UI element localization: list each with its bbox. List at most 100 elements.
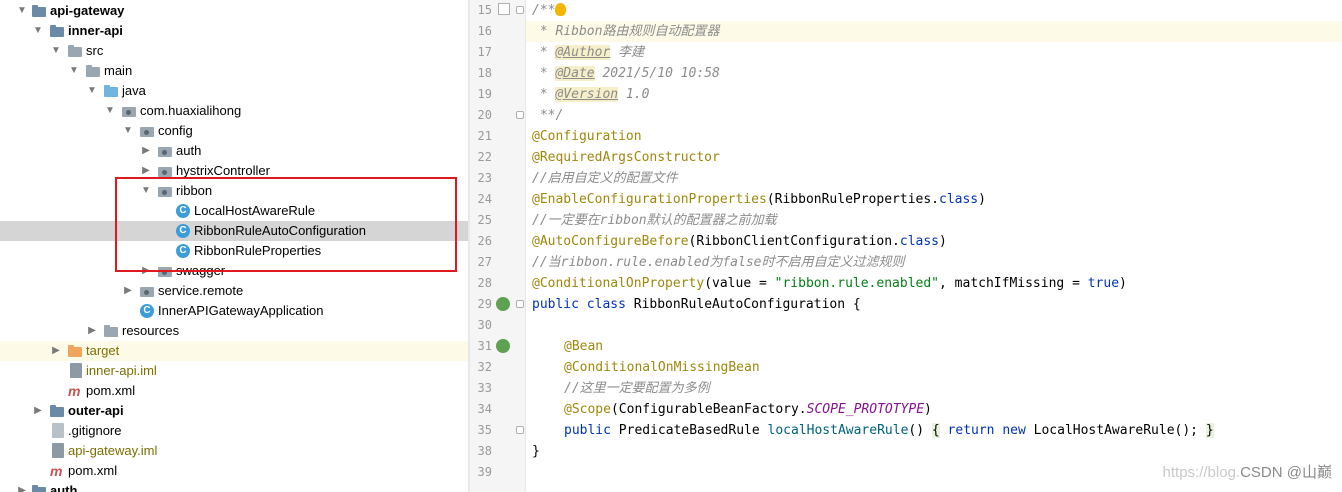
folder-icon [68,44,82,58]
chevron-right-icon[interactable]: ▶ [16,481,28,492]
tree-item-auth-module[interactable]: ▶ auth [0,481,468,492]
chevron-right-icon[interactable]: ▶ [122,281,134,301]
tree-item-config[interactable]: ▼ config [0,121,468,141]
maven-icon: m [50,463,63,479]
line-number: 18 [477,66,492,80]
annotation: @AutoConfigureBefore [532,234,689,249]
tree-item-label: .gitignore [68,423,122,438]
annotation: @ConditionalOnProperty [532,276,705,291]
tree-item-inner-api[interactable]: ▼ inner-api [0,21,468,41]
keyword: public [564,423,611,438]
tree-item-target[interactable]: ▶ target [0,341,468,361]
package-icon [158,144,172,158]
doc-comment: * [532,66,556,81]
doc-comment: * [532,45,556,60]
tree-item-label: inner-api.iml [86,363,157,378]
code-line-28: @ConditionalOnProperty(value = "ribbon.r… [532,273,1127,294]
spring-boot-class-icon: C [140,304,154,318]
fold-marker-icon[interactable] [516,300,524,308]
watermark-brand: CSDN @山巅 [1240,464,1332,481]
line-number: 25 [477,213,492,227]
annotation: @Bean [564,339,604,354]
code-text: ) [939,234,947,249]
static-field: SCOPE_PROTOTYPE [806,402,925,417]
tree-item-api-gateway-iml[interactable]: api-gateway.iml [0,441,468,461]
tree-item-inner-api-iml[interactable]: inner-api.iml [0,361,468,381]
line-comment: //这里一定要配置为多例 [564,381,710,396]
chevron-right-icon[interactable]: ▶ [50,341,62,361]
tree-item-innerapigatewayapplication[interactable]: C InnerAPIGatewayApplication [0,301,468,321]
line-number: 35 [477,423,492,437]
line-number: 19 [477,87,492,101]
fold-marker-icon[interactable] [516,6,524,14]
doc-comment: **/ [532,108,564,123]
tree-item-auth[interactable]: ▶ auth [0,141,468,161]
tree-item-api-gateway[interactable]: ▼ api-gateway [0,1,468,21]
tree-item-label: inner-api [68,23,123,38]
chevron-right-icon[interactable]: ▶ [32,401,44,421]
tree-item-service-remote[interactable]: ▶ service.remote [0,281,468,301]
tree-item-label: auth [176,143,202,158]
chevron-down-icon[interactable]: ▼ [86,81,98,101]
tree-item-root-pom-xml[interactable]: m pom.xml [0,461,468,481]
tree-item-src[interactable]: ▼ src [0,41,468,61]
javadoc-tag: @Date [555,66,595,81]
line-number: 16 [477,24,492,38]
line-number: 33 [477,381,492,395]
line-number: 17 [477,45,492,59]
tree-item-label: java [122,83,146,98]
spring-bean-icon[interactable] [496,339,510,353]
fold-marker-icon[interactable] [516,426,524,434]
code-editor[interactable]: 15 16 17 18 19 20 21 22 23 24 25 26 27 2… [470,0,1342,492]
line-number: 28 [477,276,492,290]
code-text: () [908,423,932,438]
code-text: (RibbonRuleProperties. [766,192,939,207]
code-line-26: @AutoConfigureBefore(RibbonClientConfigu… [532,231,947,252]
chevron-right-icon[interactable]: ▶ [86,321,98,341]
line-number: 29 [477,297,492,311]
code-text: , matchIfMissing = [939,276,1088,291]
code-text: PredicateBasedRule [610,423,768,438]
chevron-down-icon[interactable]: ▼ [68,61,80,81]
tree-item-label: pom.xml [86,383,136,398]
keyword: return new [939,423,1026,438]
chevron-down-icon[interactable]: ▼ [16,1,28,21]
line-comment: //一定要在ribbon默认的配置器之前加载 [532,213,777,228]
chevron-right-icon[interactable]: ▶ [140,141,152,161]
tree-item-label: auth [50,483,78,492]
folded-brace[interactable]: } [1205,423,1214,438]
keyword: class [939,192,979,207]
line-number: 24 [477,192,492,206]
tree-item-pom-xml[interactable]: m pom.xml [0,381,468,401]
folded-brace[interactable]: { [931,423,940,438]
code-line-21: @Configuration [532,126,642,147]
code-text: LocalHostAwareRule(); [1025,423,1206,438]
chevron-down-icon[interactable]: ▼ [122,121,134,141]
chevron-down-icon[interactable]: ▼ [104,101,116,121]
tree-item-label: InnerAPIGatewayApplication [158,303,324,318]
doc-comment: * [532,87,556,102]
tree-item-label: target [86,343,120,358]
fold-marker-icon[interactable] [516,111,524,119]
tree-item-label: com.huaxialihong [140,103,242,118]
tree-item-outer-api[interactable]: ▶ outer-api [0,401,468,421]
chevron-down-icon[interactable]: ▼ [32,21,44,41]
lightbulb-icon[interactable] [555,3,567,16]
javadoc-tag: @Author [555,45,611,60]
annotation: @ConditionalOnMissingBean [564,360,760,375]
tree-item-main[interactable]: ▼ main [0,61,468,81]
code-text: (RibbonClientConfiguration. [688,234,900,249]
code-line-15: /** [532,0,567,21]
spring-bean-icon[interactable] [496,297,510,311]
tree-item-com-huaxialihong[interactable]: ▼ com.huaxialihong [0,101,468,121]
tree-item-gitignore[interactable]: .gitignore [0,421,468,441]
chevron-down-icon[interactable]: ▼ [50,41,62,61]
highlight-box [115,177,457,272]
annotation: @Configuration [532,129,642,144]
tree-item-resources[interactable]: ▶ resources [0,321,468,341]
tree-item-java[interactable]: ▼ java [0,81,468,101]
code-line-35: public PredicateBasedRule localHostAware… [564,420,1214,441]
module-folder-icon [32,484,46,492]
code-line-33: //这里一定要配置为多例 [564,378,710,399]
reader-mode-icon[interactable] [498,3,510,15]
